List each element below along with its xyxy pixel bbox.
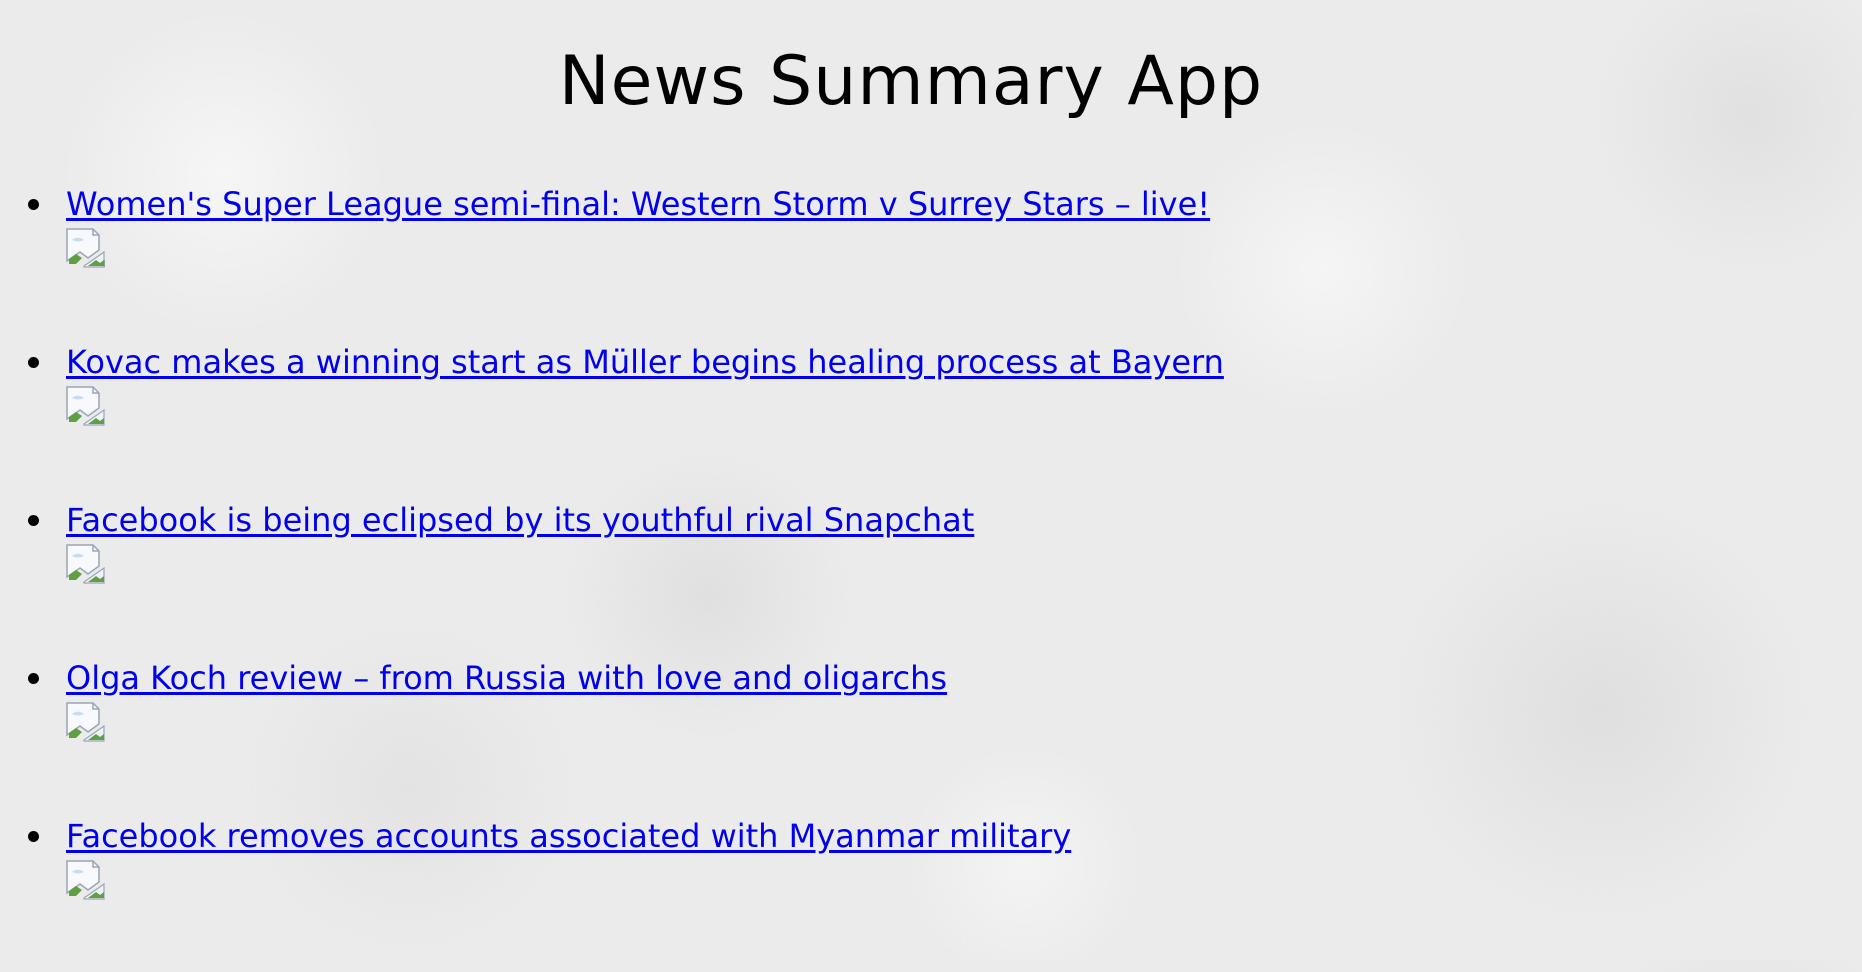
broken-image-icon bbox=[66, 860, 105, 900]
article-link[interactable]: Facebook is being eclipsed by its youthf… bbox=[66, 498, 974, 542]
article-link[interactable]: Women's Super League semi-final: Western… bbox=[66, 182, 1210, 226]
list-item: Facebook is being eclipsed by its youthf… bbox=[0, 498, 1862, 656]
news-list: Women's Super League semi-final: Western… bbox=[0, 182, 1862, 972]
list-item: Kovac makes a winning start as Müller be… bbox=[0, 340, 1862, 498]
list-item: Facebook removes accounts associated wit… bbox=[0, 814, 1862, 972]
article-thumbnail[interactable] bbox=[66, 228, 106, 268]
article-link[interactable]: Facebook removes accounts associated wit… bbox=[66, 814, 1071, 858]
article-link[interactable]: Kovac makes a winning start as Müller be… bbox=[66, 340, 1224, 384]
article-thumbnail[interactable] bbox=[66, 860, 106, 900]
bullet-marker bbox=[28, 515, 39, 526]
article-thumbnail[interactable] bbox=[66, 386, 106, 426]
article-thumbnail[interactable] bbox=[66, 702, 106, 742]
broken-image-icon bbox=[66, 386, 105, 426]
broken-image-icon bbox=[66, 702, 105, 742]
bullet-marker bbox=[28, 199, 39, 210]
page-title: News Summary App bbox=[558, 42, 1264, 121]
article-link[interactable]: Olga Koch review – from Russia with love… bbox=[66, 656, 947, 700]
broken-image-icon bbox=[66, 544, 105, 584]
bullet-marker bbox=[28, 831, 39, 842]
article-thumbnail[interactable] bbox=[66, 544, 106, 584]
list-item: Women's Super League semi-final: Western… bbox=[0, 182, 1862, 340]
bullet-marker bbox=[28, 357, 39, 368]
bullet-marker bbox=[28, 673, 39, 684]
list-item: Olga Koch review – from Russia with love… bbox=[0, 656, 1862, 814]
broken-image-icon bbox=[66, 228, 105, 268]
